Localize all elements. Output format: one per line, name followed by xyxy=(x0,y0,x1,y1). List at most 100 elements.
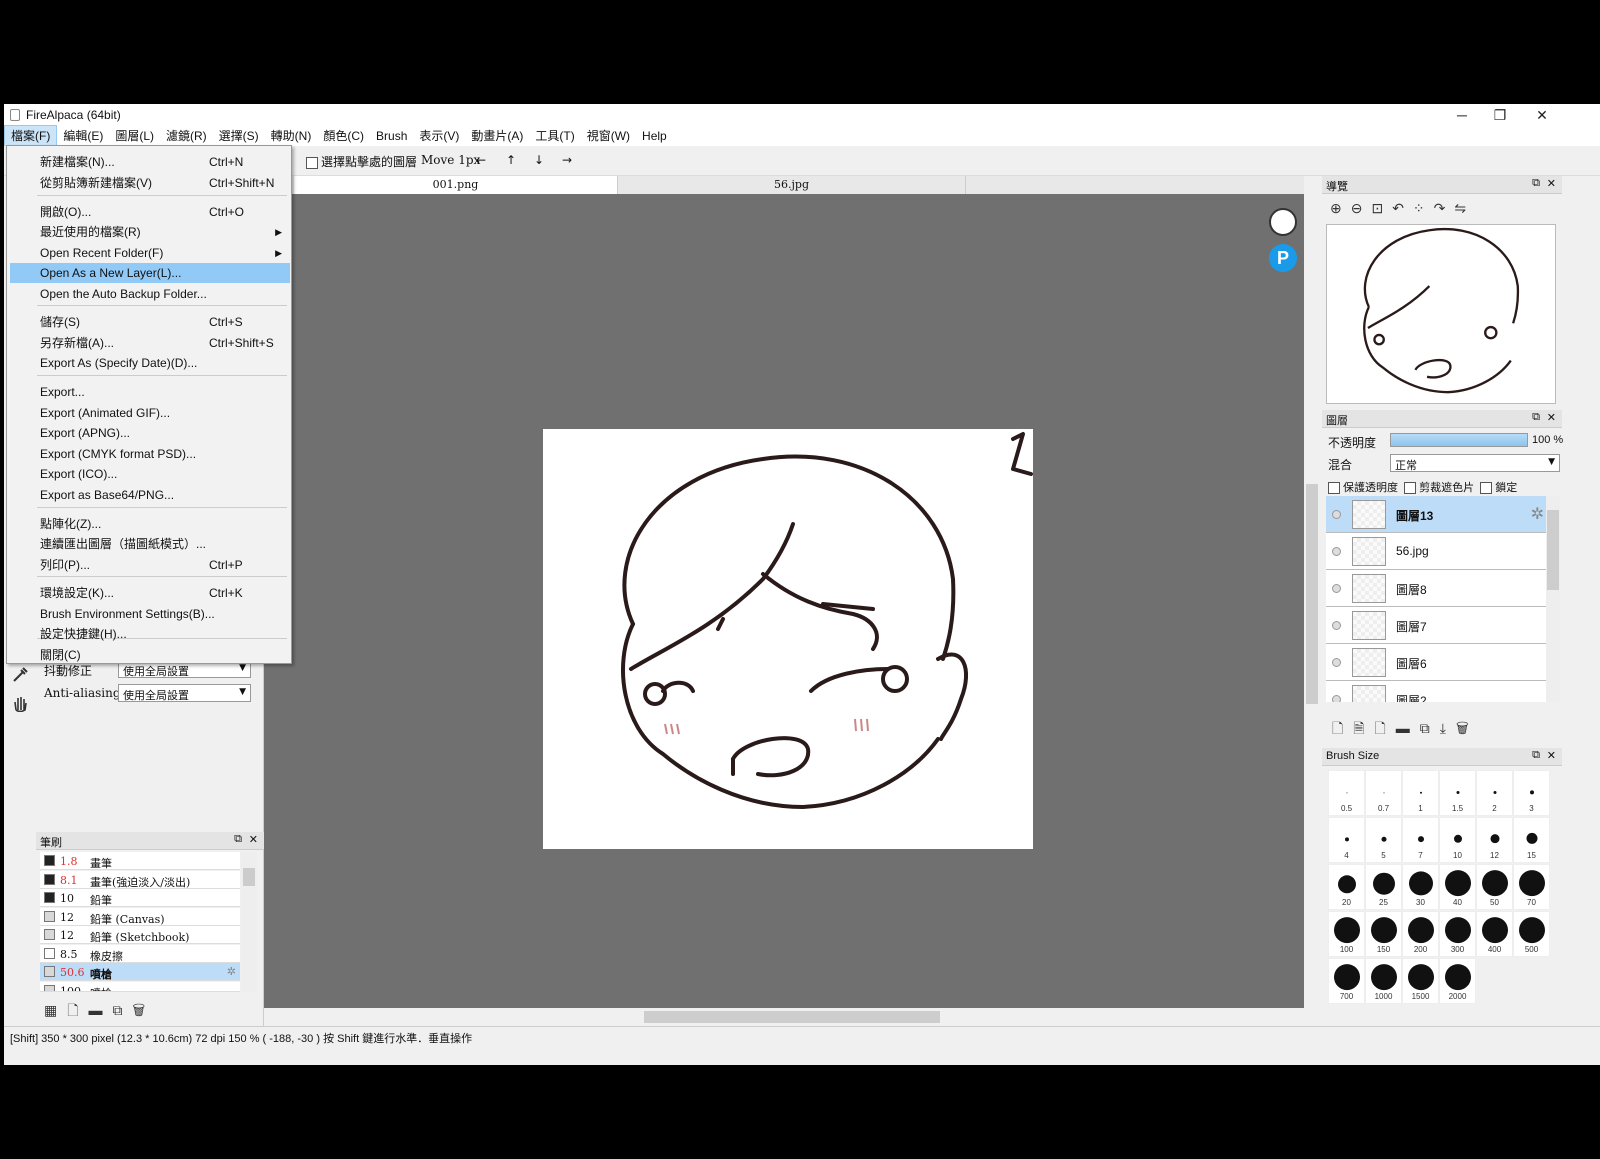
layer-row[interactable]: ✲ 圖層13 xyxy=(1326,496,1548,533)
visibility-icon[interactable] xyxy=(1332,510,1341,519)
brush-size-option[interactable]: 5 xyxy=(1365,817,1402,863)
brush-list-scrollbar[interactable] xyxy=(241,852,257,992)
gear-icon[interactable]: ✲ xyxy=(1531,504,1544,524)
hand-icon[interactable] xyxy=(11,694,29,712)
brush-size-option[interactable]: 40 xyxy=(1439,864,1476,910)
file-menu-item[interactable]: Export (Animated GIF)... xyxy=(10,403,290,423)
file-menu-item[interactable]: 從剪貼簿新建檔案(V) Ctrl+Shift+N xyxy=(10,173,290,193)
brush-size-option[interactable]: 500 xyxy=(1513,911,1550,957)
brush-size-option[interactable]: 1000 xyxy=(1365,958,1402,1004)
brush-size-option[interactable]: 15 xyxy=(1513,817,1550,863)
brush-size-option[interactable]: 3 xyxy=(1513,770,1550,816)
file-menu-item[interactable]: Export (APNG)... xyxy=(10,423,290,443)
visibility-icon[interactable] xyxy=(1332,621,1341,630)
menu-filter[interactable]: 濾鏡(R) xyxy=(160,126,213,146)
menu-view[interactable]: 表示(V) xyxy=(413,126,465,146)
visibility-icon[interactable] xyxy=(1332,584,1341,593)
brush-item[interactable]: 10 鉛筆 xyxy=(40,889,240,907)
menu-tools[interactable]: 工具(T) xyxy=(529,126,580,146)
move-right-button[interactable]: → xyxy=(562,153,572,167)
menu-file[interactable]: 檔案(F) xyxy=(4,125,58,147)
pixiv-icon[interactable]: P xyxy=(1269,244,1297,272)
blend-mode-select[interactable]: 正常 ▼ xyxy=(1390,454,1560,472)
file-menu-item[interactable]: Export (ICO)... xyxy=(10,464,290,484)
brush-item[interactable]: 12 鉛筆 (Canvas) xyxy=(40,907,240,926)
canvas-area[interactable]: P xyxy=(264,194,1304,1008)
move-left-button[interactable]: ← xyxy=(476,153,486,167)
close-panel-icon[interactable]: ✕ xyxy=(1547,177,1556,190)
file-menu-item[interactable]: 另存新檔(A)... Ctrl+Shift+S xyxy=(10,333,290,353)
canvas-vertical-scrollbar[interactable] xyxy=(1304,194,1320,1008)
scrollbar-thumb[interactable] xyxy=(1547,510,1559,590)
file-menu-item[interactable]: 環境設定(K)... Ctrl+K xyxy=(10,583,290,603)
close-panel-icon[interactable]: ✕ xyxy=(1547,411,1556,424)
brush-size-option[interactable]: 0.5 xyxy=(1328,770,1365,816)
menu-select[interactable]: 選擇(S) xyxy=(213,126,265,146)
navigator-toolbar[interactable]: ⊕⊖⊡↶⁘↷⇋ xyxy=(1330,200,1475,217)
close-panel-icon[interactable]: ✕ xyxy=(1547,749,1556,762)
scrollbar-thumb[interactable] xyxy=(1306,484,1318,704)
menu-animation[interactable]: 動畫片(A) xyxy=(465,126,529,146)
layer-row[interactable]: 圖層8 xyxy=(1326,570,1548,607)
close-button[interactable]: ✕ xyxy=(1520,104,1564,126)
scrollbar-thumb[interactable] xyxy=(644,1011,940,1023)
scrollbar-thumb[interactable] xyxy=(243,868,255,886)
brush-size-option[interactable]: 1.5 xyxy=(1439,770,1476,816)
brush-size-option[interactable]: 25 xyxy=(1365,864,1402,910)
brush-panel-actions[interactable]: ▦🗋▬⧉🗑 xyxy=(44,1000,155,1024)
brush-size-option[interactable]: 1500 xyxy=(1402,958,1439,1004)
file-menu-item[interactable]: Export as Base64/PNG... xyxy=(10,485,290,505)
move-down-button[interactable]: ↓ xyxy=(534,153,544,167)
file-menu-item[interactable]: 關閉(C) xyxy=(10,645,290,665)
brush-size-option[interactable]: 30 xyxy=(1402,864,1439,910)
brush-size-option[interactable]: 12 xyxy=(1476,817,1513,863)
brush-item[interactable]: 8.1 畫筆(強迫淡入/淡出) xyxy=(40,870,240,889)
file-menu-item[interactable]: Open the Auto Backup Folder... xyxy=(10,284,290,304)
brush-size-option[interactable]: 50 xyxy=(1476,864,1513,910)
brush-size-option[interactable]: 150 xyxy=(1365,911,1402,957)
brush-size-option[interactable]: 2000 xyxy=(1439,958,1476,1004)
clipping-checkbox[interactable] xyxy=(1404,482,1417,495)
menu-window[interactable]: 視窗(W) xyxy=(581,126,636,146)
menu-color[interactable]: 顏色(C) xyxy=(317,126,370,146)
file-menu-item[interactable]: 開啟(O)... Ctrl+O xyxy=(10,202,290,222)
restore-button[interactable]: ❐ xyxy=(1478,104,1522,126)
opacity-slider[interactable] xyxy=(1390,433,1528,447)
file-menu-item[interactable]: Export (CMYK format PSD)... xyxy=(10,444,290,464)
menu-edit[interactable]: 編輯(E) xyxy=(57,126,109,146)
brush-size-option[interactable]: 70 xyxy=(1513,864,1550,910)
file-menu-item[interactable]: 新建檔案(N)... Ctrl+N xyxy=(10,152,290,172)
navigator-thumbnail[interactable] xyxy=(1326,224,1556,404)
layer-row[interactable]: 圖層2 xyxy=(1326,681,1548,702)
file-menu-item[interactable]: 連續匯出圖層（描圖紙模式）... xyxy=(10,534,290,554)
file-menu-item[interactable]: Open Recent Folder(F) ▶ xyxy=(10,243,290,263)
brush-size-option[interactable]: 700 xyxy=(1328,958,1365,1004)
float-panel-icon[interactable]: ⧉ xyxy=(1532,411,1540,424)
alpaca-avatar-icon[interactable] xyxy=(1269,208,1297,236)
file-menu-item[interactable]: 設定快捷鍵(H)... xyxy=(10,624,290,644)
layer-actions[interactable]: 🗋🗎🗋▬⧉⤓🗑 xyxy=(1332,718,1479,742)
gear-icon[interactable]: ✲ xyxy=(227,965,236,978)
brush-size-option[interactable]: 400 xyxy=(1476,911,1513,957)
layer-list-scrollbar[interactable] xyxy=(1546,496,1560,702)
brush-size-option[interactable]: 20 xyxy=(1328,864,1365,910)
layer-row[interactable]: 圖層6 xyxy=(1326,644,1548,681)
brush-item[interactable]: 1.8 畫筆 xyxy=(40,852,240,870)
float-panel-icon[interactable]: ⧉ xyxy=(1532,177,1540,190)
menu-help[interactable]: Help xyxy=(636,126,673,146)
brush-size-option[interactable]: 200 xyxy=(1402,911,1439,957)
float-panel-icon[interactable]: ⧉ xyxy=(234,833,242,846)
visibility-icon[interactable] xyxy=(1332,658,1341,667)
layer-row[interactable]: 圖層7 xyxy=(1326,607,1548,644)
menu-assist[interactable]: 轉助(N) xyxy=(265,126,318,146)
layer-row[interactable]: 56.jpg xyxy=(1326,533,1548,570)
canvas-horizontal-scrollbar[interactable] xyxy=(264,1008,1320,1026)
brush-size-option[interactable]: 7 xyxy=(1402,817,1439,863)
brush-size-option[interactable]: 1 xyxy=(1402,770,1439,816)
brush-item[interactable]: 100 噴槍 xyxy=(40,981,240,992)
brush-size-option[interactable]: 2 xyxy=(1476,770,1513,816)
file-menu-item[interactable]: 最近使用的檔案(R) ▶ xyxy=(10,222,290,242)
antialias-select[interactable]: 使用全局設置 ▼ xyxy=(118,684,251,702)
file-menu-item[interactable]: 儲存(S) Ctrl+S xyxy=(10,312,290,332)
menu-brush[interactable]: Brush xyxy=(370,126,413,146)
